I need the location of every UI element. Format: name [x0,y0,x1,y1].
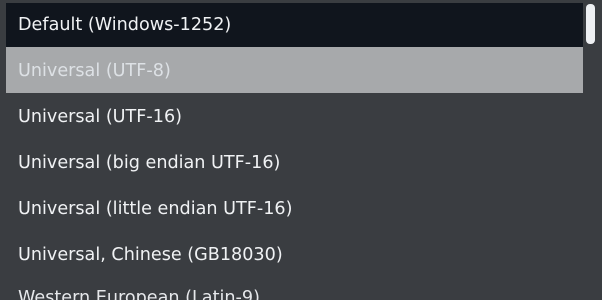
list-item-universal-little-endian-utf16[interactable]: Universal (little endian UTF-16) [18,198,292,220]
encoding-dropdown-list[interactable]: Default (Windows-1252) Universal (UTF-8)… [0,0,602,300]
list-item-default-windows-1252[interactable]: Default (Windows-1252) [18,14,231,36]
list-item-universal-big-endian-utf16[interactable]: Universal (big endian UTF-16) [18,152,280,174]
scrollbar-thumb[interactable] [586,4,595,44]
list-item-western-european-latin9[interactable]: Western European (Latin-9) [18,287,260,300]
list-item-universal-utf16[interactable]: Universal (UTF-16) [18,106,182,128]
list-item-universal-chinese-gb18030[interactable]: Universal, Chinese (GB18030) [18,244,283,266]
scrollbar-track[interactable] [586,0,602,300]
list-item-universal-utf8[interactable]: Universal (UTF-8) [18,60,171,82]
